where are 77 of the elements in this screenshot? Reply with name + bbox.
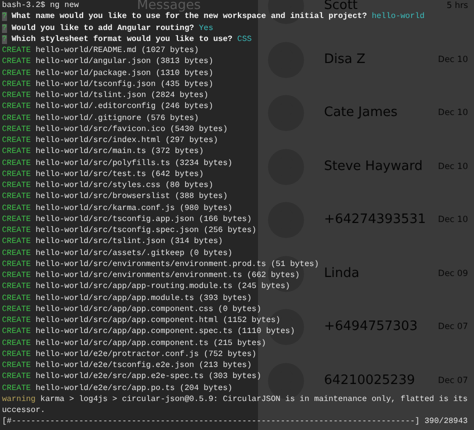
- question-mark: ?: [2, 24, 7, 32]
- file-path: hello-world/src/app/app.component.css (0 bytes): [36, 304, 262, 314]
- file-path: hello-world/src/tslint.json (314 bytes): [36, 237, 223, 246]
- progress-count: 390/28943: [424, 417, 468, 426]
- file-path: hello-world/e2e/src/app.po.ts (204 bytes): [36, 384, 232, 392]
- file-path: hello-world/src/tsconfig.spec.json (256 bytes): [36, 226, 256, 235]
- create-label: CREATE: [2, 226, 31, 235]
- warning-label: warning: [2, 394, 36, 404]
- file-path: hello-world/e2e/src/app.e2e-spec.ts (303 bytes): [36, 372, 262, 382]
- create-label: CREATE: [2, 192, 31, 202]
- create-label: CREATE: [2, 46, 31, 55]
- create-label: CREATE: [2, 316, 31, 325]
- create-label: CREATE: [2, 304, 31, 314]
- create-label: CREATE: [2, 282, 31, 292]
- create-label: CREATE: [2, 271, 31, 280]
- file-path: hello-world/README.md (1027 bytes): [36, 46, 199, 55]
- create-label: CREATE: [2, 68, 31, 78]
- warning-message: karma > log4js > circular-json@0.5.9: CircularJSON is in maintenance only, flatted is its: [40, 394, 468, 404]
- file-path: hello-world/tsconfig.json (435 bytes): [36, 80, 214, 89]
- file-path: hello-world/src/app/app.component.html (1152 bytes): [36, 316, 280, 325]
- file-path: hello-world/src/app/app-routing.module.ts (245 bytes): [36, 282, 290, 292]
- file-path: hello-world/src/index.html (297 bytes): [36, 136, 218, 145]
- prompt-answer: hello-world: [372, 12, 425, 22]
- question-mark: ?: [2, 34, 7, 44]
- shell-prompt: bash-3.2$ ng new: [2, 1, 79, 10]
- file-path: hello-world/src/karma.conf.js (980 bytes): [36, 204, 232, 212]
- create-label: CREATE: [2, 237, 31, 246]
- create-label: CREATE: [2, 147, 31, 156]
- file-path: hello-world/src/app/app.module.ts (393 bytes): [36, 294, 252, 302]
- create-label: CREATE: [2, 170, 31, 179]
- prompt-question: Would you like to add Angular routing?: [12, 24, 194, 32]
- create-label: CREATE: [2, 181, 31, 190]
- prompt-question: What name would you like to use for the new workspace and initial project?: [12, 12, 367, 22]
- create-label: CREATE: [2, 204, 31, 212]
- create-label: CREATE: [2, 214, 31, 224]
- file-path: hello-world/src/assets/.gitkeep (0 bytes): [36, 248, 232, 258]
- file-path: hello-world/e2e/tsconfig.e2e.json (213 bytes): [36, 361, 252, 370]
- output-line: uccessor.: [2, 405, 46, 416]
- file-path: hello-world/src/polyfills.ts (3234 bytes): [36, 158, 232, 168]
- file-path: hello-world/src/environments/environment.ts (662 bytes): [36, 271, 300, 280]
- create-label: CREATE: [2, 260, 31, 269]
- create-label: CREATE: [2, 136, 31, 145]
- file-path: hello-world/tslint.json (2824 bytes): [36, 91, 208, 100]
- file-path: hello-world/src/test.ts (642 bytes): [36, 170, 204, 179]
- file-path: hello-world/src/app/app.component.spec.ts (1110 bytes): [36, 327, 295, 336]
- create-label: CREATE: [2, 361, 31, 370]
- progress-text: [#------------------------------------------------------------------------------------]: [2, 417, 420, 426]
- create-label: CREATE: [2, 372, 31, 382]
- file-path: hello-world/src/environments/environment.prod.ts (51 bytes): [36, 260, 319, 269]
- create-label: CREATE: [2, 91, 31, 100]
- file-path: hello-world/src/app/app.component.ts (215 bytes): [36, 338, 266, 348]
- file-path: hello-world/e2e/protractor.conf.js (752 bytes): [36, 350, 256, 359]
- create-label: CREATE: [2, 350, 31, 359]
- create-label: CREATE: [2, 124, 31, 134]
- question-mark: ?: [2, 12, 7, 22]
- create-label: CREATE: [2, 248, 31, 258]
- file-path: hello-world/src/styles.css (80 bytes): [36, 181, 214, 190]
- file-path: hello-world/src/main.ts (372 bytes): [36, 147, 204, 156]
- prompt-answer: CSS: [237, 34, 252, 44]
- file-path: hello-world/src/browserslist (388 bytes): [36, 192, 228, 202]
- file-path: hello-world/src/tsconfig.app.json (166 bytes): [36, 214, 252, 224]
- file-path: hello-world/package.json (1310 bytes): [36, 68, 214, 78]
- prompt-question: Which stylesheet format would you like to use?: [12, 34, 232, 44]
- create-label: CREATE: [2, 294, 31, 302]
- create-label: CREATE: [2, 80, 31, 89]
- create-label: CREATE: [2, 158, 31, 168]
- file-path: hello-world/src/favicon.ico (5430 bytes): [36, 124, 228, 134]
- file-path: hello-world/angular.json (3813 bytes): [36, 57, 214, 66]
- create-label: CREATE: [2, 327, 31, 336]
- create-label: CREATE: [2, 114, 31, 122]
- create-label: CREATE: [2, 384, 31, 392]
- create-label: CREATE: [2, 102, 31, 112]
- prompt-answer: Yes: [198, 24, 214, 32]
- file-path: hello-world/.gitignore (576 bytes): [36, 114, 199, 122]
- create-label: CREATE: [2, 57, 31, 66]
- file-path: hello-world/.editorconfig (246 bytes): [36, 102, 214, 112]
- create-label: CREATE: [2, 338, 31, 348]
